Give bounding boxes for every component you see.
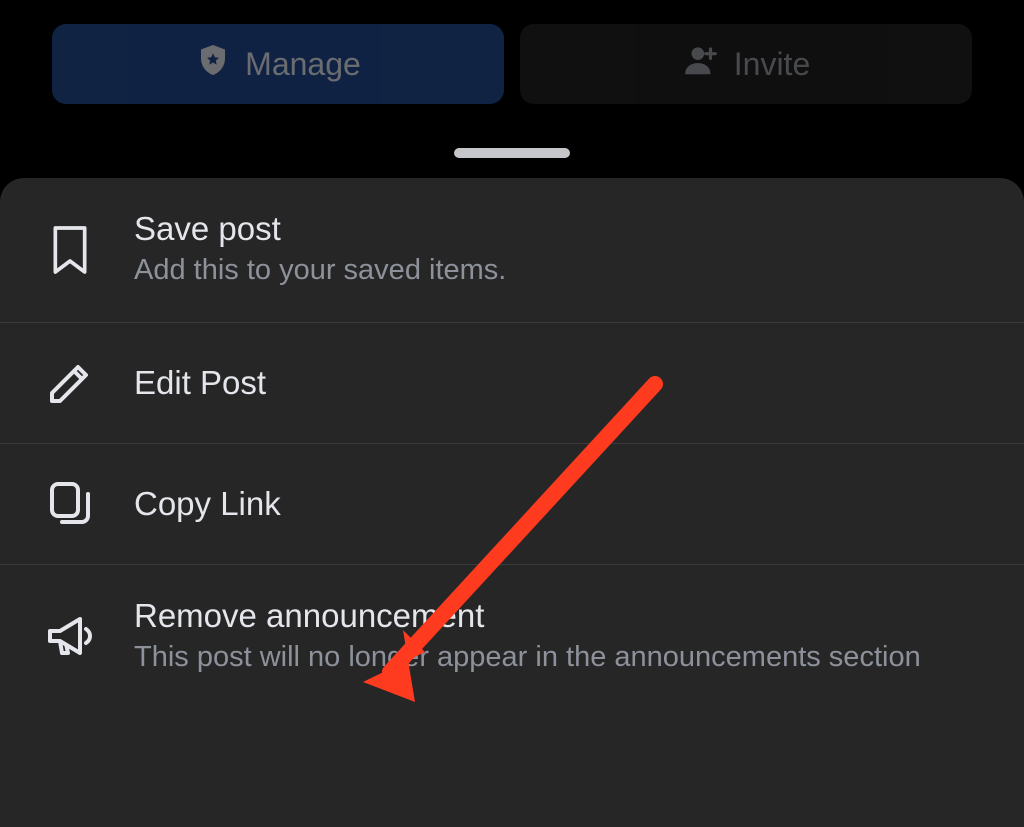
top-buttons-row: Manage Invite xyxy=(0,0,1024,104)
menu-item-copy-link[interactable]: Copy Link xyxy=(0,444,1024,565)
invite-button-label: Invite xyxy=(734,46,810,83)
remove-announcement-subtitle: This post will no longer appear in the a… xyxy=(134,639,921,677)
sheet-drag-handle[interactable] xyxy=(454,148,570,158)
menu-item-edit-post[interactable]: Edit Post xyxy=(0,323,1024,444)
copy-icon xyxy=(42,476,98,532)
manage-button[interactable]: Manage xyxy=(52,24,504,104)
menu-item-remove-announcement[interactable]: Remove announcement This post will no lo… xyxy=(0,565,1024,709)
invite-person-icon xyxy=(682,41,720,87)
edit-post-title: Edit Post xyxy=(134,364,266,402)
manage-button-label: Manage xyxy=(245,46,361,83)
save-post-title: Save post xyxy=(134,210,506,248)
save-post-subtitle: Add this to your saved items. xyxy=(134,252,506,290)
remove-announcement-title: Remove announcement xyxy=(134,597,921,635)
menu-item-save-post[interactable]: Save post Add this to your saved items. xyxy=(0,178,1024,323)
bookmark-icon xyxy=(42,222,98,278)
action-sheet: Save post Add this to your saved items. … xyxy=(0,178,1024,827)
copy-link-title: Copy Link xyxy=(134,485,281,523)
shield-star-icon xyxy=(195,42,231,86)
megaphone-icon xyxy=(42,609,98,665)
invite-button[interactable]: Invite xyxy=(520,24,972,104)
pencil-icon xyxy=(42,355,98,411)
